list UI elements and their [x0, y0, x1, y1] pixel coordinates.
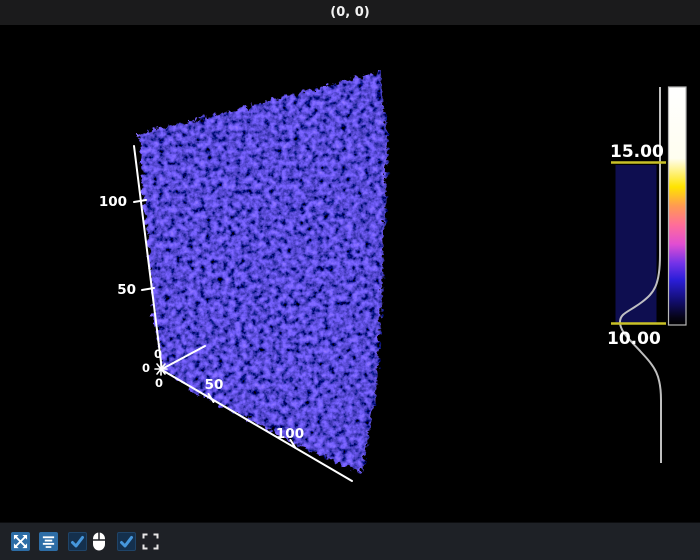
volume-render[interactable] [140, 72, 388, 473]
checkbox-checked-icon [118, 533, 135, 550]
render-canvas[interactable]: 100 50 0 0 0 50 100 15.00 10.00 [0, 25, 700, 522]
x-tick-label-50: 50 [205, 377, 224, 393]
toggle-checkbox-2[interactable] [117, 532, 136, 551]
checkbox-checked-icon [69, 533, 86, 550]
toggle-checkbox-1[interactable] [68, 532, 87, 551]
origin-label-x: 0 [155, 376, 163, 390]
histogram-box[interactable] [615, 165, 657, 324]
origin-label-z: 0 [154, 347, 162, 361]
mouse-mode-indicator[interactable] [89, 532, 108, 551]
origin-marker [154, 362, 168, 376]
bottom-toolbar [0, 522, 700, 560]
title-bar: (0, 0) [0, 0, 700, 25]
window-title: (0, 0) [330, 5, 370, 20]
align-center-icon [41, 534, 56, 549]
x-tick-label-100: 100 [276, 426, 304, 442]
lower-threshold-label: 10.00 [607, 329, 661, 349]
pan-button[interactable] [11, 532, 30, 551]
fullscreen-icon [142, 533, 159, 550]
y-tick-label-50: 50 [117, 282, 136, 298]
fullscreen-button[interactable] [141, 532, 160, 551]
upper-threshold-label: 15.00 [610, 142, 664, 162]
origin-label-y: 0 [142, 361, 150, 375]
move-arrows-icon [13, 534, 28, 549]
colorbar [667, 86, 687, 326]
center-view-button[interactable] [39, 532, 58, 551]
scene-svg[interactable]: 100 50 0 0 0 50 100 15.00 10.00 [0, 25, 700, 522]
transfer-function-widget: 15.00 10.00 [607, 86, 687, 463]
y-tick-label-100: 100 [99, 194, 127, 210]
app-window: (0, 0) 100 50 0 0 0 50 100 15.00 10.00 [0, 0, 700, 560]
mouse-icon [92, 532, 106, 551]
